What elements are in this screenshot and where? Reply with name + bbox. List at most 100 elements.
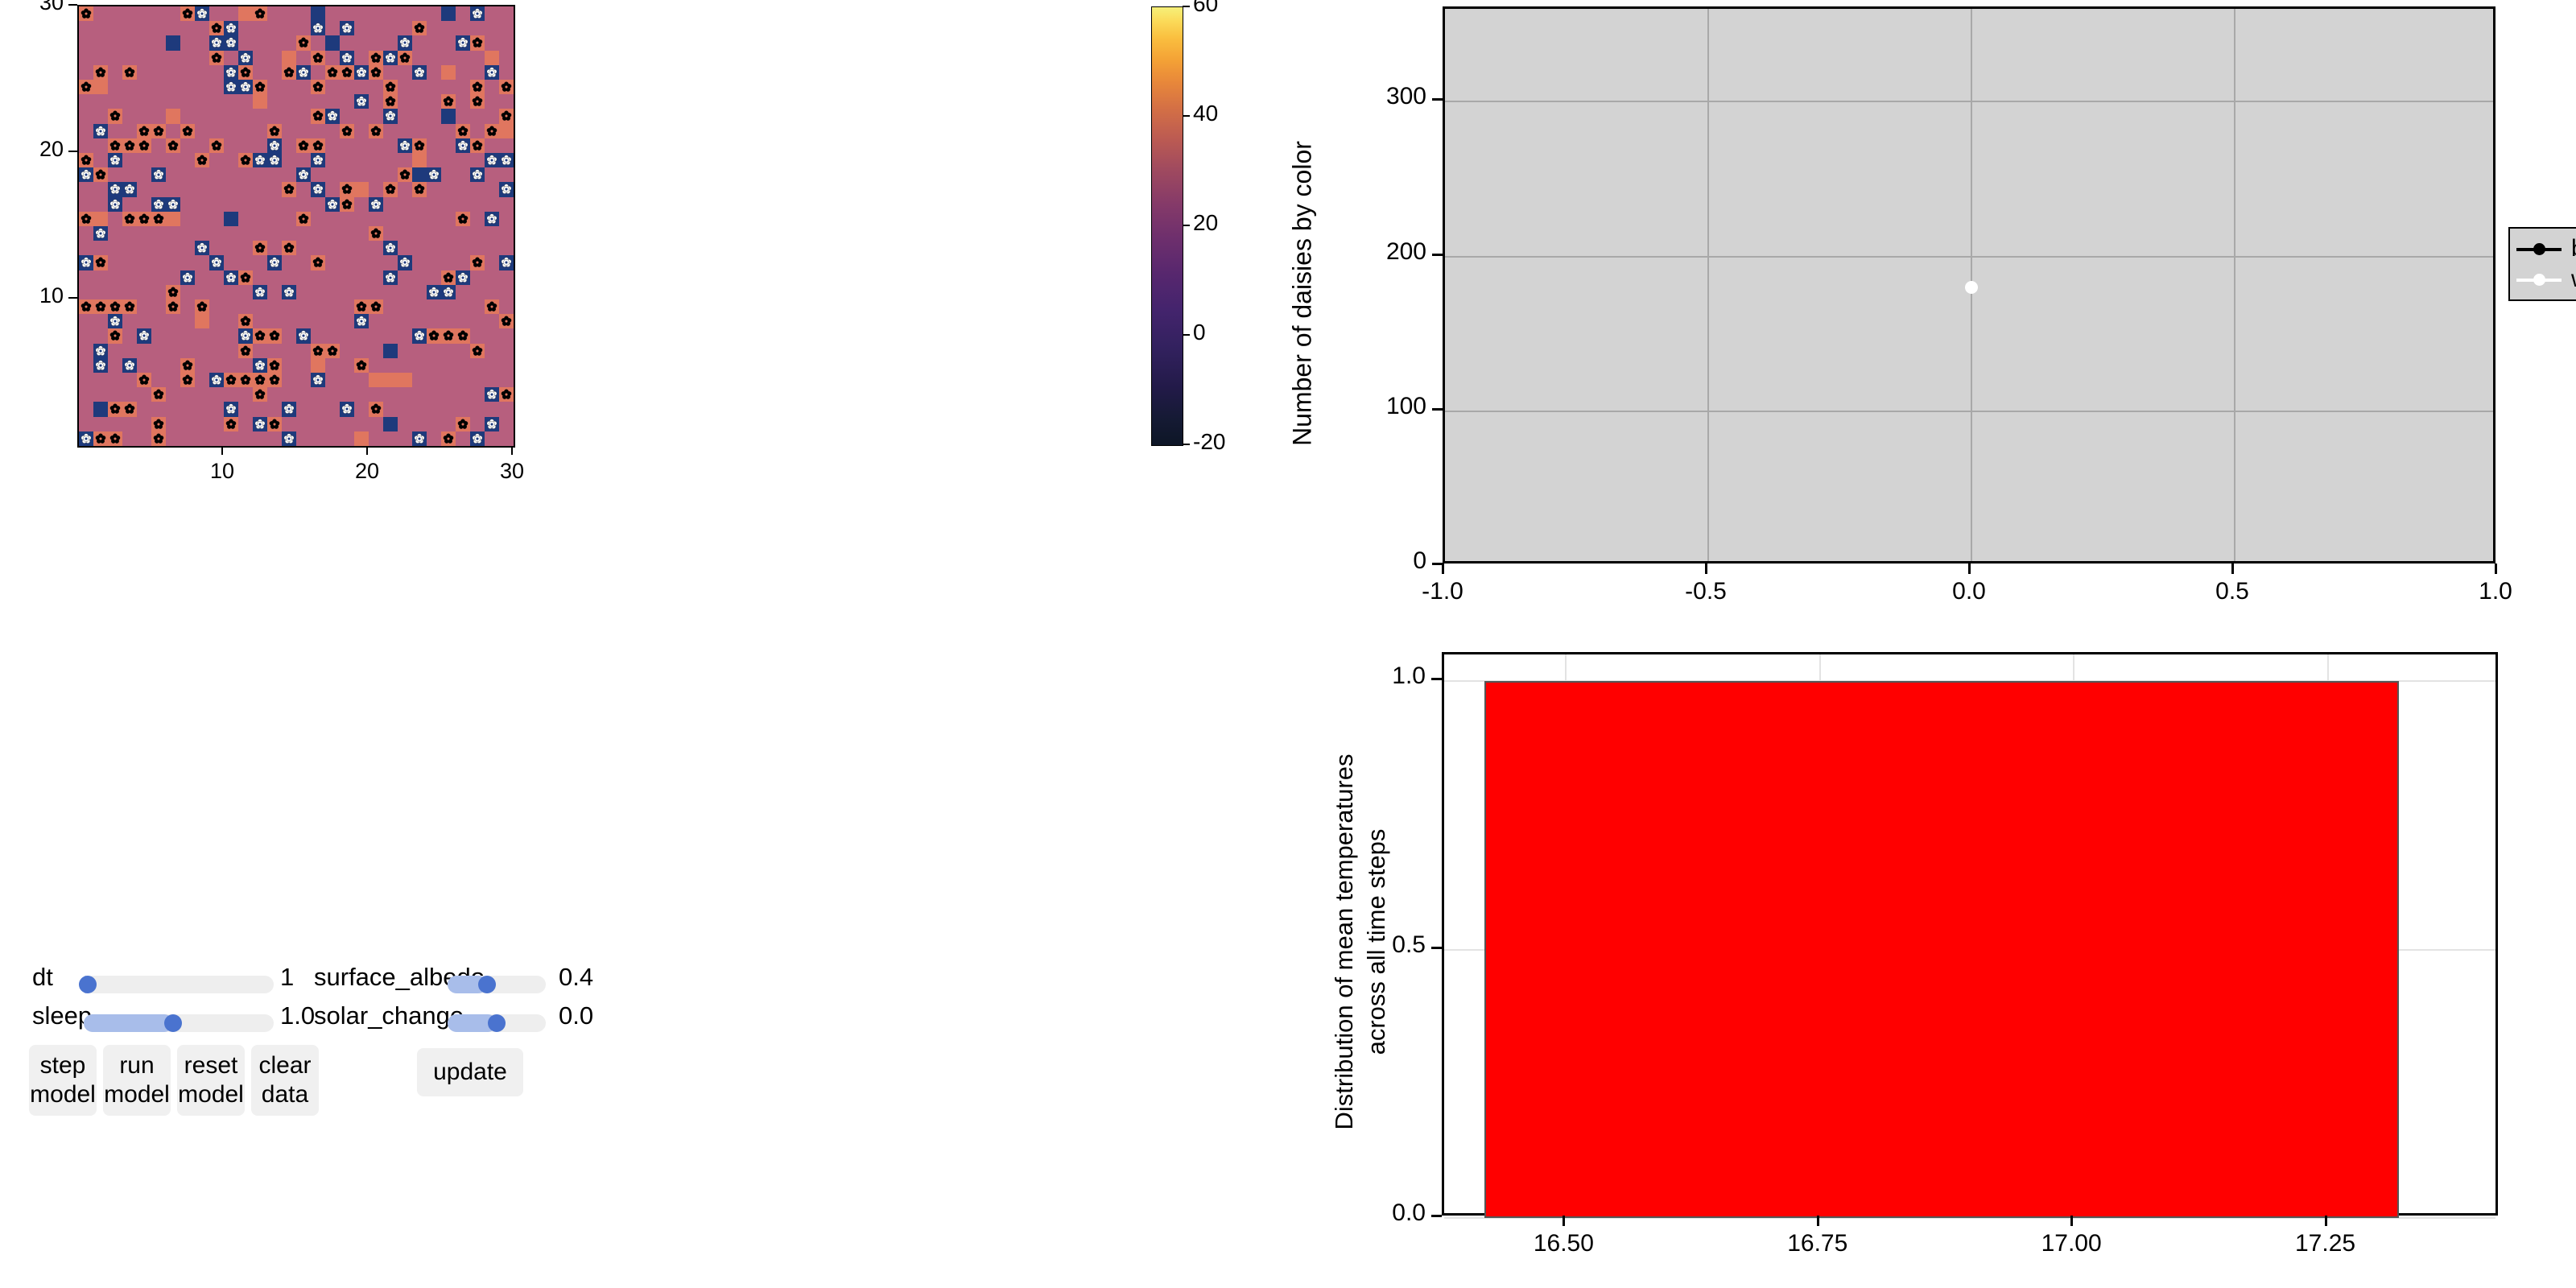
world-cell-bare <box>383 153 398 168</box>
world-cell-bare <box>195 167 209 183</box>
world-cell-black-daisy <box>79 6 93 22</box>
world-cell-white-daisy <box>166 196 180 212</box>
world-cell-bare <box>282 373 296 388</box>
world-cell-bare <box>93 387 108 402</box>
world-cell-bare <box>485 343 499 358</box>
daisyworld-cell-grid[interactable] <box>79 6 514 446</box>
world-cell-bare <box>282 80 296 95</box>
world-cell-warm-bare <box>253 94 267 109</box>
slider-knob-solar_change[interactable] <box>488 1014 506 1032</box>
white-daisy-icon <box>486 389 497 400</box>
world-cell-bare <box>456 284 470 299</box>
world-cell-bare <box>282 167 296 183</box>
world-cell-bare <box>369 284 383 299</box>
world-cell-bare <box>296 50 311 65</box>
world-cell-bare <box>151 35 166 51</box>
world-cell-bare <box>151 138 166 153</box>
world-cell-bare <box>122 226 137 242</box>
world-cell-black-daisy <box>79 153 93 168</box>
world-cell-bare <box>282 153 296 168</box>
count-legend-item[interactable]: black <box>2516 233 2576 264</box>
world-cell-bare <box>180 328 195 344</box>
slider-label-solar_change: solar_change <box>314 1001 464 1030</box>
world-cell-bare <box>311 123 325 138</box>
slider-sleep[interactable] <box>84 1014 274 1032</box>
world-cell-bare <box>238 138 253 153</box>
world-cell-bare <box>485 21 499 36</box>
world-cell-bare <box>238 182 253 197</box>
slider-knob-surface_albedo[interactable] <box>477 976 496 993</box>
world-cell-bare <box>354 153 369 168</box>
slider-surface_albedo[interactable] <box>448 976 546 993</box>
slider-dt[interactable] <box>78 976 274 993</box>
world-cell-bare <box>180 138 195 153</box>
world-cell-black-daisy <box>180 123 195 138</box>
daisy-count-plot-area[interactable] <box>1443 6 2496 564</box>
world-cell-black-daisy <box>383 94 398 109</box>
black-daisy-icon <box>399 52 411 64</box>
daisyworld-plot[interactable] <box>77 5 515 448</box>
world-cell-bare <box>267 167 282 183</box>
world-cell-bare <box>354 167 369 183</box>
world-y-tick <box>68 151 77 152</box>
world-cell-bare <box>209 314 224 329</box>
model-controls-panel: dt 1 sleep 1.0 surface_albedo 0.4 solar_change… <box>0 950 1256 1288</box>
world-cell-bare <box>296 299 311 315</box>
world-cell-bare <box>151 80 166 95</box>
black-daisy-icon <box>80 213 92 225</box>
reset-model-button[interactable]: reset model <box>177 1045 245 1116</box>
world-cell-bare <box>470 328 485 344</box>
world-cell-bare <box>122 241 137 256</box>
world-cell-bare <box>151 50 166 65</box>
world-cell-bare <box>441 138 456 153</box>
world-cell-bare <box>209 431 224 446</box>
black-daisy-icon <box>399 169 411 180</box>
world-cell-bare <box>485 182 499 197</box>
world-cell-white-daisy <box>253 284 267 299</box>
slider-knob-sleep[interactable] <box>163 1014 182 1032</box>
world-cell-bare <box>224 328 238 344</box>
world-cell-bare <box>93 373 108 388</box>
count-legend-item[interactable]: white <box>2516 264 2576 295</box>
world-cell-bare <box>340 299 354 315</box>
world-cell-black-daisy <box>267 123 282 138</box>
world-cell-bare <box>485 226 499 242</box>
world-cell-bare <box>311 314 325 329</box>
world-cell-black-daisy <box>224 373 238 388</box>
world-cell-black-daisy <box>166 284 180 299</box>
update-button[interactable]: update <box>417 1048 523 1096</box>
world-cell-bare <box>499 431 514 446</box>
run-model-button[interactable]: run model <box>103 1045 171 1116</box>
temperature-histogram-plot-area[interactable] <box>1442 652 2498 1219</box>
world-cell-bare <box>470 109 485 124</box>
world-cell-bare <box>151 153 166 168</box>
slider-solar_change[interactable] <box>448 1014 546 1032</box>
world-cell-white-daisy <box>470 167 485 183</box>
world-cell-bare <box>180 255 195 270</box>
world-cell-bare <box>166 373 180 388</box>
clear-data-button[interactable]: clear data <box>251 1045 319 1116</box>
black-daisy-icon <box>472 37 483 48</box>
world-cell-white-daisy <box>470 431 485 446</box>
world-cell-bare <box>441 80 456 95</box>
world-cell-black-daisy <box>253 387 267 402</box>
world-cell-black-daisy <box>499 387 514 402</box>
black-daisy-icon <box>486 301 497 312</box>
world-cell-bare <box>499 373 514 388</box>
step-model-button[interactable]: step model <box>29 1045 97 1116</box>
world-cell-bare <box>267 94 282 109</box>
world-cell-bare <box>456 167 470 183</box>
world-cell-bare <box>456 94 470 109</box>
white-daisy-icon <box>109 155 121 166</box>
world-cell-white-daisy <box>224 270 238 285</box>
world-cell-warm-bare <box>499 123 514 138</box>
white-daisy-icon <box>486 155 497 166</box>
white-daisy-icon <box>501 184 512 195</box>
world-cell-bare <box>456 314 470 329</box>
world-cell-bare <box>398 182 412 197</box>
world-cell-bare <box>267 109 282 124</box>
world-cell-black-daisy <box>340 123 354 138</box>
world-cell-bare <box>369 357 383 373</box>
colorbar-tick-label: -20 <box>1193 429 1226 454</box>
count-legend[interactable]: black white <box>2508 227 2576 301</box>
